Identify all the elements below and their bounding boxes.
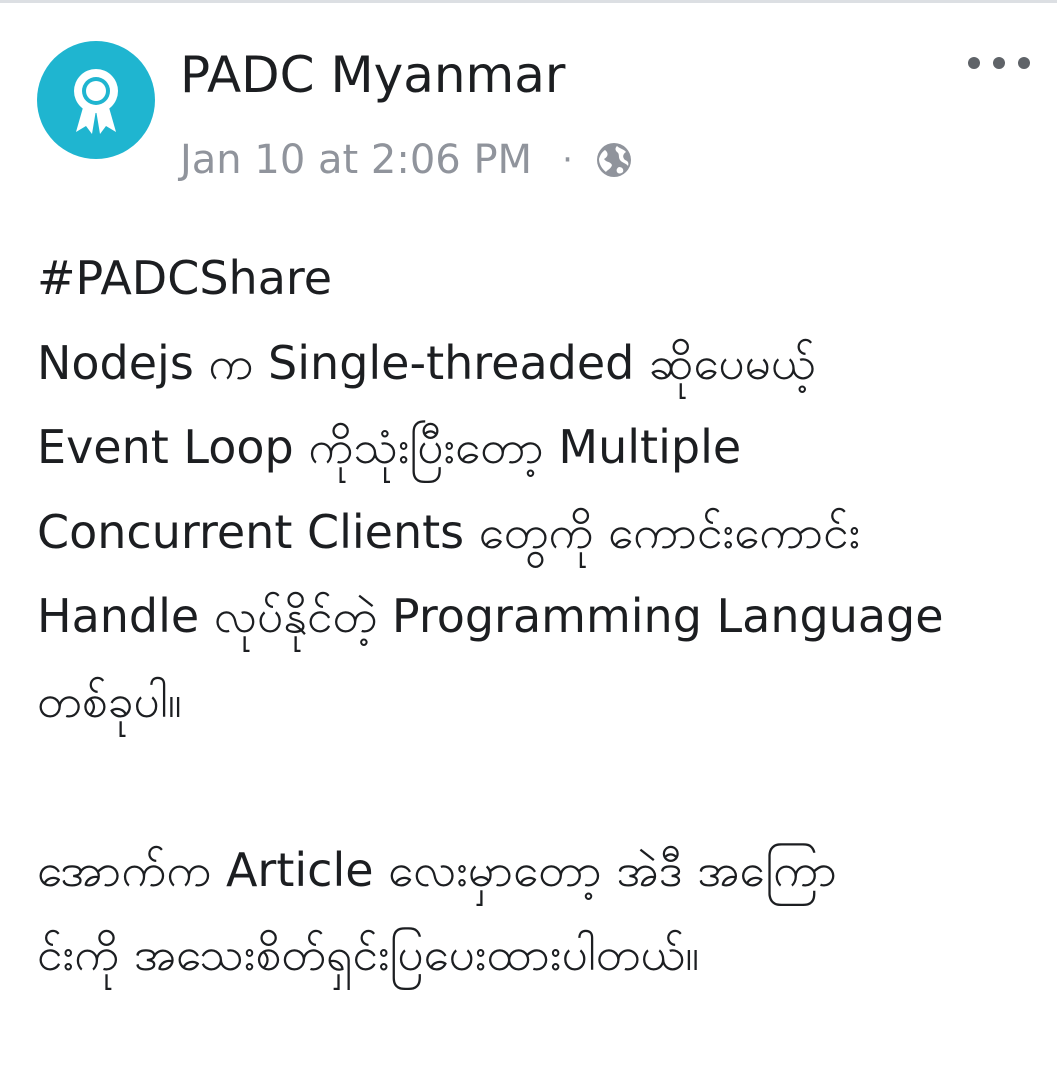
post-text-line: Event Loop ကိုသုံးပြီးတော့ Multiple <box>37 420 742 474</box>
page-name-link[interactable]: PADC Myanmar <box>180 44 565 106</box>
post-text-line: Nodejs က Single-threaded ဆိုပေမယ့် <box>37 335 816 390</box>
post-body: #PADCShare Nodejs က Single-threaded ဆိုပ… <box>37 236 1037 997</box>
page-avatar[interactable] <box>37 41 155 159</box>
more-options-icon <box>968 57 980 69</box>
globe-icon[interactable] <box>595 141 633 179</box>
post-timestamp[interactable]: Jan 10 at 2:06 PM <box>180 137 532 183</box>
post-text-line: တစ်ခုပါ။ <box>37 673 182 728</box>
meta-separator: · <box>562 140 573 180</box>
post-text-line: င်းကို အသေးစိတ်ရှင်းပြပေးထားပါတယ်။ <box>37 927 700 981</box>
top-divider <box>0 0 1057 3</box>
post-text-line: Handle လုပ်နိုင်တဲ့ Programming Language <box>37 589 944 643</box>
more-options-icon <box>1018 57 1030 69</box>
award-ribbon-icon <box>74 69 118 134</box>
post-text-line: Concurrent Clients တွေကို ကောင်းကောင်း <box>37 504 861 559</box>
post-text-line: အောက်က Article လေးမှာတော့ အဲဒီ အကြော <box>37 842 838 897</box>
more-options-icon <box>993 57 1005 69</box>
post-meta: Jan 10 at 2:06 PM · <box>180 134 633 186</box>
post-blank-line <box>37 743 1037 828</box>
hashtag-link[interactable]: #PADCShare <box>37 236 1037 321</box>
more-options-button[interactable] <box>968 46 1030 80</box>
